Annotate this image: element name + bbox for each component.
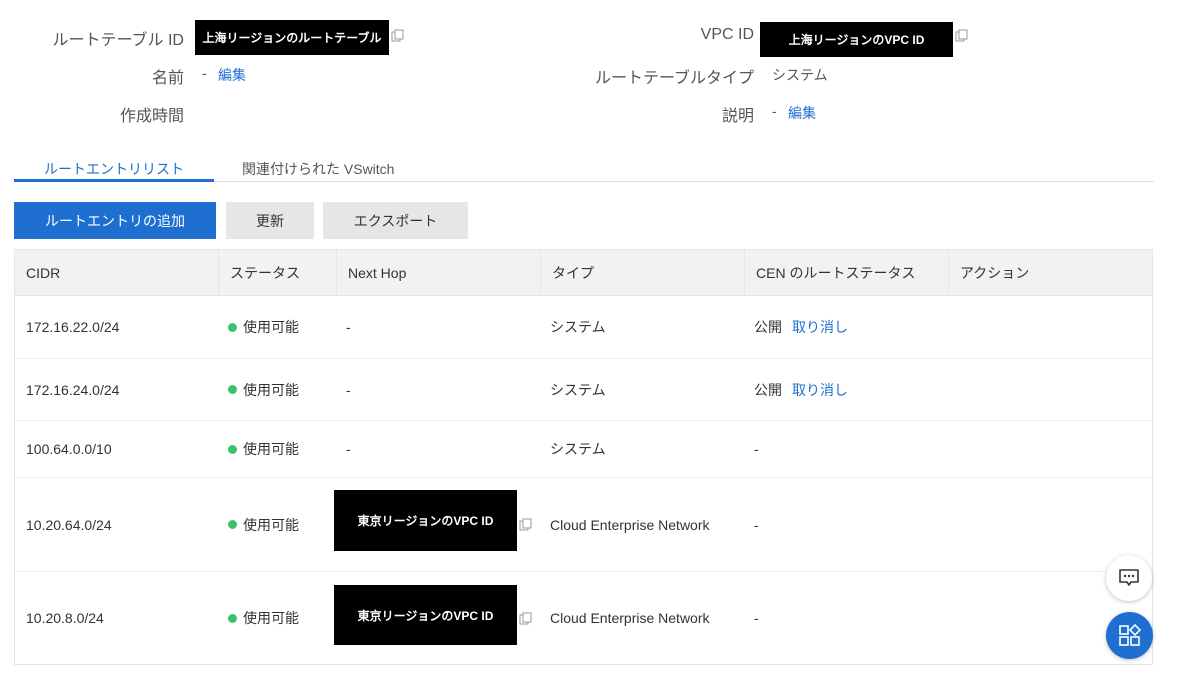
table-row: 100.64.0.0/10 使用可能 - システム - xyxy=(15,421,1152,478)
type-cell: Cloud Enterprise Network xyxy=(550,610,710,626)
cen-status-cell: - xyxy=(754,610,759,626)
next-hop-cell: - xyxy=(346,319,351,335)
type-cell: Cloud Enterprise Network xyxy=(550,516,710,533)
active-tab-indicator xyxy=(14,179,214,182)
status-dot-icon xyxy=(228,322,237,332)
table-header: CIDR ステータス Next Hop タイプ CEN のルートステータス アク… xyxy=(15,250,1152,296)
column-header-type: タイプ xyxy=(541,250,745,295)
type-cell: システム xyxy=(550,319,606,335)
status-text: 使用可能 xyxy=(243,441,299,457)
name-edit-link[interactable]: 編集 xyxy=(218,65,246,85)
column-header-cen-route-status: CEN のルートステータス xyxy=(745,250,949,295)
table-row: 172.16.22.0/24 使用可能 - システム 公開 取り消し xyxy=(15,296,1152,359)
cen-status-cell: 公開 取り消し xyxy=(743,296,848,358)
status-cell: 使用可能 xyxy=(217,359,299,420)
copy-icon[interactable] xyxy=(519,612,532,625)
cen-revoke-link[interactable]: 取り消し xyxy=(792,380,848,400)
table-row: 172.16.24.0/24 使用可能 - システム 公開 取り消し xyxy=(15,359,1152,421)
name-value: - xyxy=(202,65,207,81)
add-route-entry-button[interactable]: ルートエントリの追加 xyxy=(14,202,216,239)
route-entry-table: CIDR ステータス Next Hop タイプ CEN のルートステータス アク… xyxy=(14,249,1153,665)
column-header-status: ステータス xyxy=(219,250,337,295)
type-cell: システム xyxy=(550,441,606,457)
cidr-cell: 100.64.0.0/10 xyxy=(26,441,112,457)
tab-route-entry-list[interactable]: ルートエントリリスト xyxy=(14,159,214,179)
vpc-id-label: VPC ID xyxy=(700,26,754,43)
cen-revoke-link[interactable]: 取り消し xyxy=(792,317,848,337)
status-dot-icon xyxy=(228,520,237,529)
status-dot-icon xyxy=(228,613,237,623)
column-header-cidr: CIDR xyxy=(15,250,219,295)
tab-associated-vswitch[interactable]: 関連付けられた VSwitch xyxy=(242,159,394,179)
export-button[interactable]: エクスポート xyxy=(323,202,468,239)
next-hop-cell: - xyxy=(346,381,351,398)
status-text: 使用可能 xyxy=(243,319,299,335)
apps-icon xyxy=(1118,623,1141,646)
column-header-action: アクション xyxy=(960,264,1030,281)
description-label: 説明 xyxy=(721,108,754,125)
status-text: 使用可能 xyxy=(243,610,299,626)
description-value: - xyxy=(772,103,777,119)
cen-status-cell: - xyxy=(754,441,759,457)
table-row: 10.20.64.0/24 使用可能 東京リージョンのVPC ID Cloud … xyxy=(15,478,1152,572)
cidr-cell: 172.16.22.0/24 xyxy=(26,319,120,335)
table-row: 10.20.8.0/24 使用可能 東京リージョンのVPC ID Cloud E… xyxy=(15,572,1152,664)
status-cell: 使用可能 xyxy=(217,421,299,477)
cidr-cell: 10.20.64.0/24 xyxy=(26,516,112,533)
status-dot-icon xyxy=(228,385,237,394)
chat-button[interactable] xyxy=(1106,555,1152,601)
route-table-id-value: 上海リージョンのルートテーブル xyxy=(195,20,389,55)
next-hop-value: 東京リージョンのVPC ID xyxy=(334,585,517,645)
status-text: 使用可能 xyxy=(243,381,299,398)
cen-status-cell: 公開 取り消し xyxy=(743,359,848,420)
apps-button[interactable] xyxy=(1106,612,1153,659)
status-dot-icon xyxy=(228,444,237,454)
name-label: 名前 xyxy=(151,70,184,87)
next-hop-cell: - xyxy=(346,441,351,457)
chat-icon xyxy=(1119,569,1139,586)
copy-icon[interactable] xyxy=(519,518,532,531)
vpc-id-value: 上海リージョンのVPC ID xyxy=(760,22,953,57)
status-cell: 使用可能 xyxy=(217,478,299,571)
status-cell: 使用可能 xyxy=(217,572,299,664)
cidr-cell: 10.20.8.0/24 xyxy=(26,610,104,626)
cidr-cell: 172.16.24.0/24 xyxy=(26,381,120,398)
copy-icon[interactable] xyxy=(391,29,404,42)
copy-icon[interactable] xyxy=(955,29,968,42)
next-hop-value: 東京リージョンのVPC ID xyxy=(334,490,517,551)
cen-status-cell: - xyxy=(754,516,759,533)
status-cell: 使用可能 xyxy=(217,296,299,358)
cen-status-text: 公開 xyxy=(754,319,782,335)
status-text: 使用可能 xyxy=(243,516,299,533)
route-table-id-label: ルートテーブル ID xyxy=(52,32,185,49)
column-header-next-hop: Next Hop xyxy=(337,250,541,295)
route-table-type-value: システム xyxy=(772,67,828,83)
cen-status-text: 公開 xyxy=(754,381,782,398)
route-table-type-label: ルートテーブルタイプ xyxy=(594,70,754,87)
type-cell: システム xyxy=(550,381,606,398)
created-time-label: 作成時間 xyxy=(119,108,184,125)
description-edit-link[interactable]: 編集 xyxy=(788,103,816,123)
refresh-button[interactable]: 更新 xyxy=(226,202,314,239)
